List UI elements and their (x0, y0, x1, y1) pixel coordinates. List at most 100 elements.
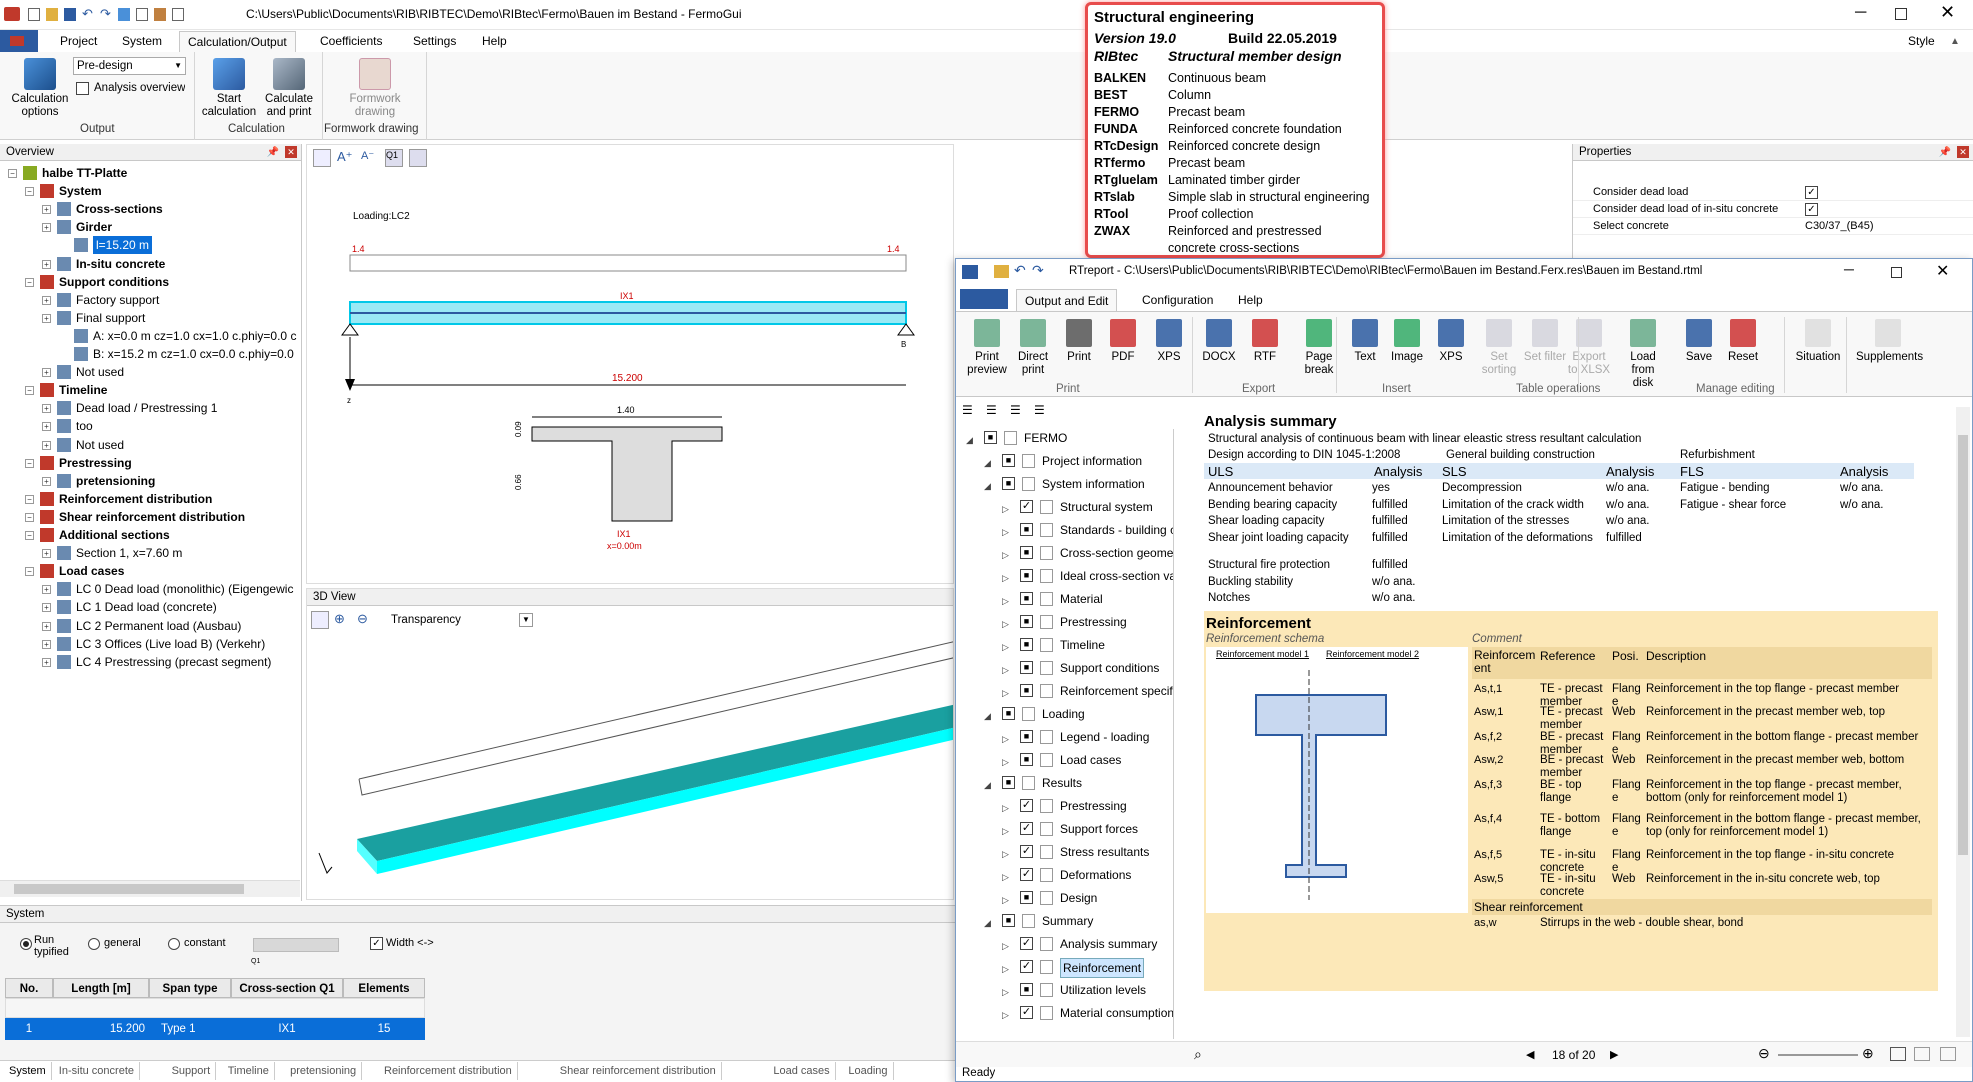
report-tree-item[interactable]: ▷ ■ Prestressing (956, 613, 1173, 633)
tree-item[interactable]: − Timeline (0, 381, 300, 399)
tree-item[interactable]: + pretensioning (0, 472, 300, 490)
expand-icon[interactable]: ▷ (1002, 638, 1009, 656)
system-tab[interactable]: Support (167, 1062, 217, 1080)
tree-item[interactable]: − Prestressing (0, 454, 300, 472)
new-icon[interactable] (28, 8, 40, 21)
tree-checkbox[interactable]: ✓ (1020, 1006, 1033, 1019)
cell-cross-section[interactable]: IX1 (231, 1018, 343, 1040)
print-icon[interactable] (172, 8, 184, 21)
ribbon-button-pdf[interactable]: PDF (1100, 319, 1146, 364)
ribbon-button-rtf[interactable]: RTF (1242, 319, 1288, 364)
expand-icon[interactable]: + (42, 404, 51, 414)
tree-item[interactable]: + Dead load / Prestressing 1 (0, 399, 300, 417)
tree-checkbox[interactable]: ■ (1020, 753, 1033, 766)
expand-icon[interactable]: − (25, 187, 34, 197)
tree-checkbox[interactable]: ✓ (1020, 937, 1033, 950)
expand-icon[interactable]: + (42, 603, 51, 613)
property-row[interactable]: Consider dead load ✓ (1573, 184, 1973, 201)
ribbon-button-set-filter[interactable]: Set filter (1522, 319, 1568, 364)
font-increase-icon[interactable]: A⁺ (337, 149, 355, 167)
property-row[interactable]: Select concrete C30/37_(B45) (1573, 218, 1973, 235)
expand-icon[interactable]: ▷ (1002, 615, 1009, 633)
expand-icon[interactable]: ◢ (984, 776, 991, 794)
system-tab[interactable]: Shear reinforcement distribution (555, 1062, 722, 1080)
expand-icon[interactable]: + (42, 549, 51, 559)
ribbon-button-save[interactable]: Save (1676, 319, 1722, 364)
view-multi-icon[interactable] (1940, 1047, 1956, 1061)
expand-icon[interactable]: ▷ (1002, 1006, 1009, 1024)
tree-checkbox[interactable]: ■ (1020, 638, 1033, 651)
undo-icon[interactable]: ↶ (82, 7, 94, 21)
minimize-button[interactable]: ─ (1844, 261, 1854, 277)
expand-icon[interactable]: − (8, 169, 17, 178)
expand-icon[interactable]: + (42, 422, 51, 432)
tree-item[interactable]: + Cross-sections (0, 200, 300, 218)
tree-item[interactable]: + LC 4 Prestressing (precast segment) (0, 653, 300, 671)
expand-icon[interactable]: + (42, 440, 51, 450)
redo-icon[interactable]: ↷ (100, 7, 112, 21)
tree-checkbox[interactable]: ■ (1020, 983, 1033, 996)
ribbon-button-reset[interactable]: Reset (1720, 319, 1766, 364)
tree-checkbox[interactable]: ■ (1002, 477, 1015, 490)
tree-checkbox[interactable]: ■ (1020, 661, 1033, 674)
system-tab[interactable]: Loading (843, 1062, 894, 1080)
paste-icon[interactable] (154, 8, 166, 21)
tree-item[interactable]: − halbe TT-Platte (0, 164, 300, 182)
expand-icon[interactable]: + (42, 295, 51, 305)
tree-checkbox[interactable]: ■ (1020, 891, 1033, 904)
expand-icon[interactable]: ▷ (1002, 753, 1009, 771)
system-drawing[interactable]: A⁺ A⁻ Q1 Loading:LC2 1.4 1.4 IX1 B z 15.… (306, 144, 954, 584)
tree-tool-icon[interactable]: ☰ (1034, 403, 1052, 419)
expand-icon[interactable]: + (42, 368, 51, 378)
expand-icon[interactable]: ▷ (1002, 983, 1009, 1001)
ribbon-button-export-to-xlsx[interactable]: Export to XLSX (1566, 319, 1612, 377)
tree-item[interactable]: l=15.20 m (0, 236, 300, 255)
ribbon-button-print[interactable]: Print (1056, 319, 1102, 364)
expand-icon[interactable]: ▷ (1002, 891, 1009, 909)
report-tree-item[interactable]: ▷ ■ Standards - building c (956, 521, 1173, 541)
tree-checkbox[interactable]: ✓ (1020, 500, 1033, 513)
expand-icon[interactable]: ▷ (1002, 523, 1009, 541)
redo-icon[interactable]: ↷ (1032, 262, 1044, 279)
next-page-icon[interactable]: ▶ (1610, 1048, 1618, 1061)
cell-span-type[interactable]: Type 1 (161, 1018, 211, 1040)
predesign-select[interactable]: Pre-design ▼ (73, 57, 186, 75)
tree-item[interactable]: + Not used (0, 436, 300, 454)
system-tab[interactable]: Reinforcement distribution (379, 1062, 518, 1080)
tree-item[interactable]: + Girder (0, 218, 300, 236)
tab-project[interactable]: Project (52, 31, 105, 52)
property-value[interactable]: ✓ (1805, 186, 1818, 199)
report-tree-item[interactable]: ◢ ■ Summary (956, 912, 1173, 932)
tree-item[interactable]: + Factory support (0, 291, 300, 309)
pin-icon[interactable]: 📌 (267, 144, 279, 161)
formwork-drawing-button[interactable]: Formwork drawing (340, 58, 410, 119)
view-3d[interactable]: 3D View ⊕ ⊖ Transparency ▼ (306, 588, 954, 900)
undo-icon[interactable]: ↶ (1014, 262, 1026, 279)
close-button[interactable]: ✕ (1940, 2, 1955, 23)
tree-item[interactable]: B: x=15.2 m cz=1.0 cx=0.0 c.phiy=0.0 (0, 345, 300, 363)
expand-icon[interactable]: ▷ (1002, 500, 1009, 518)
report-vscroll[interactable] (1956, 407, 1970, 1037)
expand-icon[interactable]: ▷ (1002, 822, 1009, 840)
tree-checkbox[interactable]: ✓ (1020, 845, 1033, 858)
expand-icon[interactable]: − (25, 458, 34, 468)
report-tree-item[interactable]: ▷ ✓ Analysis summary (956, 935, 1173, 953)
open-icon[interactable] (46, 8, 58, 21)
minimize-button[interactable]: ─ (1855, 4, 1866, 22)
expand-icon[interactable]: ▷ (1002, 569, 1009, 587)
tree-checkbox[interactable]: ✓ (1020, 799, 1033, 812)
general-radio[interactable] (88, 938, 100, 950)
view-single-icon[interactable] (1890, 1047, 1906, 1061)
tree-tool-icon[interactable]: ☰ (962, 403, 980, 419)
tree-checkbox[interactable]: ■ (1002, 454, 1015, 467)
tree-checkbox[interactable]: ■ (1020, 523, 1033, 536)
report-tree-item[interactable]: ◢ ■ Loading (956, 705, 1173, 723)
expand-icon[interactable]: ◢ (984, 914, 991, 932)
zoom-fit-icon[interactable] (313, 149, 331, 167)
expand-icon[interactable]: − (25, 277, 34, 287)
report-tree-item[interactable]: ▷ ■ Legend - loading (956, 728, 1173, 746)
tree-item[interactable]: + LC 0 Dead load (monolithic) (Eigengewic (0, 580, 300, 598)
horizontal-scrollbar[interactable] (0, 880, 300, 897)
tab-coefficients[interactable]: Coefficients (312, 31, 390, 52)
expand-icon[interactable]: ▷ (1002, 845, 1009, 863)
